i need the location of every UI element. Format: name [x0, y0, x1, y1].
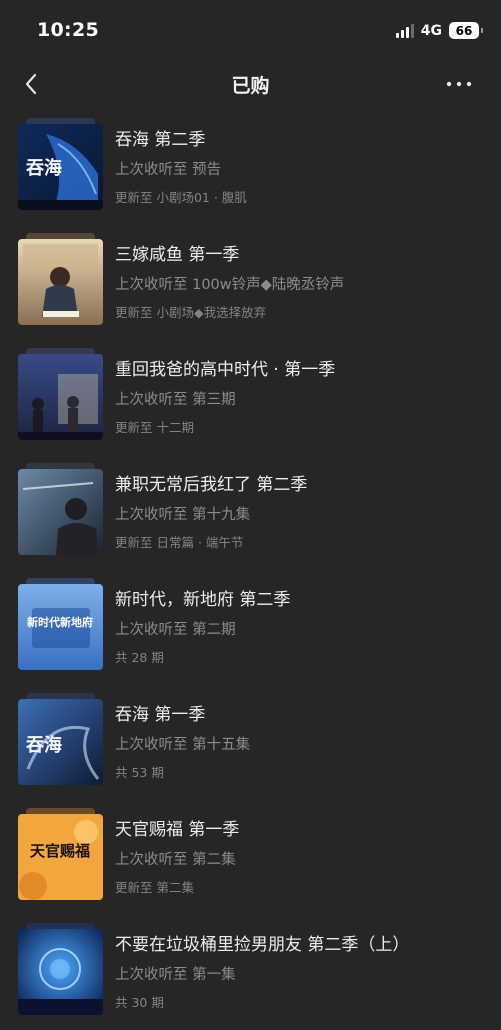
item-last-listened: 上次收听至 第一集	[115, 967, 236, 983]
item-title: 吞海 第一季	[115, 705, 206, 725]
list-item[interactable]: 吞海 吞海 第一季 上次收听至 第十五集 共 53 期	[0, 685, 501, 800]
cover-image	[18, 348, 103, 440]
item-last-listened: 上次收听至 预告	[115, 162, 222, 178]
item-last-listened: 上次收听至 第二期	[115, 622, 236, 638]
status-indicators: 4G 66	[395, 22, 483, 39]
item-update-status: 更新至 十二期	[115, 420, 194, 435]
more-button[interactable]	[445, 72, 473, 96]
list-item[interactable]: 吞海 吞海 第二季 上次收听至 预告 更新至 小剧场01 · 腹肌	[0, 110, 501, 225]
more-horizontal-icon	[446, 81, 472, 87]
item-title: 天官赐福 第一季	[115, 820, 240, 840]
battery-icon: 66	[449, 22, 483, 39]
list-item[interactable]: 新时代新地府 新时代，新地府 第二季 上次收听至 第二期 共 28 期	[0, 570, 501, 685]
item-last-listened: 上次收听至 100w铃声◆陆晚丞铃声	[115, 277, 345, 293]
item-update-status: 共 28 期	[115, 650, 164, 665]
item-update-status: 更新至 小剧场01 · 腹肌	[115, 190, 247, 205]
purchased-list: 吞海 吞海 第二季 上次收听至 预告 更新至 小剧场01 · 腹肌 三嫁咸鱼 第…	[0, 110, 501, 1030]
svg-text:吞海: 吞海	[26, 734, 62, 756]
list-item[interactable]: 兼职无常后我红了 第二季 上次收听至 第十九集 更新至 日常篇 · 端午节	[0, 455, 501, 570]
item-title: 新时代，新地府 第二季	[115, 590, 291, 610]
item-update-status: 更新至 第二集	[115, 880, 194, 895]
cover-image	[18, 923, 103, 1015]
signal-icon	[395, 23, 414, 38]
list-item[interactable]: 三嫁咸鱼 第一季 上次收听至 100w铃声◆陆晚丞铃声 更新至 小剧场◆我选择放…	[0, 225, 501, 340]
item-update-status: 共 53 期	[115, 765, 164, 780]
item-title: 重回我爸的高中时代 · 第一季	[115, 360, 336, 380]
item-last-listened: 上次收听至 第三期	[115, 392, 236, 408]
status-time: 10:25	[37, 19, 99, 41]
item-title: 兼职无常后我红了 第二季	[115, 475, 308, 495]
item-update-status: 更新至 日常篇 · 端午节	[115, 535, 244, 550]
cover-image: 天官赐福	[18, 808, 103, 900]
svg-text:吞海: 吞海	[26, 157, 62, 179]
cover-image: 吞海	[18, 693, 103, 785]
item-title: 三嫁咸鱼 第一季	[115, 245, 240, 265]
nav-bar: 已购	[0, 58, 501, 110]
item-last-listened: 上次收听至 第十五集	[115, 737, 251, 753]
page-title: 已购	[231, 75, 270, 97]
svg-text:新时代新地府: 新时代新地府	[27, 615, 93, 629]
cover-image	[18, 463, 103, 555]
item-title: 吞海 第二季	[115, 130, 206, 150]
item-update-status: 共 30 期	[115, 995, 164, 1010]
item-title: 不要在垃圾桶里捡男朋友 第二季（上）	[115, 935, 410, 955]
item-update-status: 更新至 小剧场◆我选择放弃	[115, 305, 267, 320]
status-bar: 10:25 4G 66	[0, 0, 501, 58]
cover-image: 新时代新地府	[18, 578, 103, 670]
list-item[interactable]: 重回我爸的高中时代 · 第一季 上次收听至 第三期 更新至 十二期	[0, 340, 501, 455]
list-item[interactable]: 天官赐福 天官赐福 第一季 上次收听至 第二集 更新至 第二集	[0, 800, 501, 915]
cover-image	[18, 233, 103, 325]
item-last-listened: 上次收听至 第十九集	[115, 507, 251, 523]
svg-text:天官赐福: 天官赐福	[30, 842, 90, 860]
network-label: 4G	[420, 22, 442, 39]
cover-image: 吞海	[18, 118, 103, 210]
item-last-listened: 上次收听至 第二集	[115, 852, 236, 868]
list-item[interactable]: 不要在垃圾桶里捡男朋友 第二季（上） 上次收听至 第一集 共 30 期	[0, 915, 501, 1030]
